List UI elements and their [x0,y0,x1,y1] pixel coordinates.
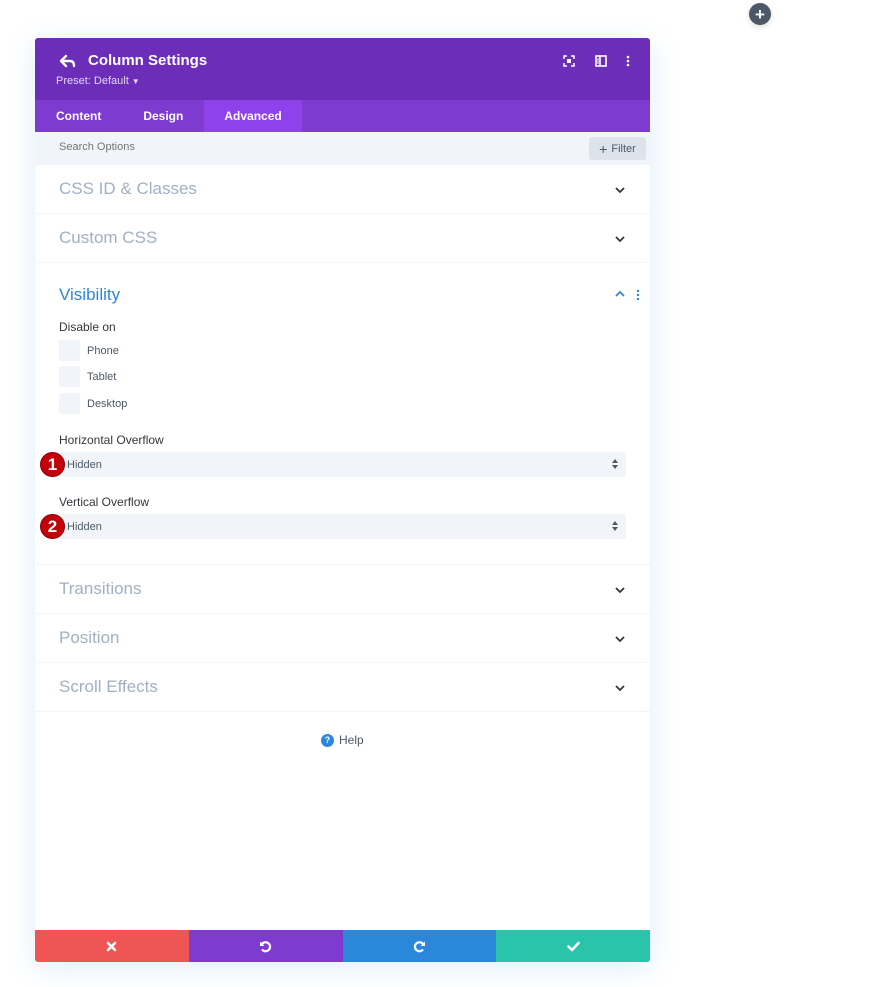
checkbox-desktop[interactable] [59,393,80,414]
redo-icon [413,940,425,952]
checkbox-row-tablet: Tablet [59,366,116,387]
cancel-button[interactable] [35,930,189,962]
select-value: Hidden [67,520,102,533]
section-title[interactable]: Visibility [59,285,120,305]
section-title: Scroll Effects [59,677,158,696]
more-vertical-icon[interactable] [635,288,641,302]
undo-icon [260,940,272,952]
section-visibility: Visibility Disable on Phone Tablet Deskt… [35,263,650,565]
undo-button[interactable] [188,930,343,962]
save-button[interactable] [496,930,650,962]
section-scroll-effects[interactable]: Scroll Effects [35,663,650,712]
modal-header: Column Settings Preset: Default ▼ [35,38,650,100]
filter-button[interactable]: + Filter [589,137,646,160]
section-title: Position [59,628,120,647]
help-link[interactable]: ? Help [321,733,364,747]
section-custom-css[interactable]: Custom CSS [35,214,650,263]
chevron-down-icon [615,236,625,243]
checkbox-row-phone: Phone [59,340,119,361]
preset-label: Preset: Default [56,75,129,87]
checkbox-tablet[interactable] [59,366,80,387]
help-label: Help [339,733,364,747]
select-value: Hidden [67,458,102,471]
section-position[interactable]: Position [35,614,650,663]
split-view-icon [595,55,607,67]
back-icon[interactable] [59,52,77,70]
horizontal-overflow-label: Horizontal Overflow [59,433,164,447]
section-title: CSS ID & Classes [59,179,197,198]
chevron-up-icon[interactable] [614,288,626,300]
more-options-button[interactable] [620,53,636,69]
chevron-down-icon [615,685,625,692]
checkbox-row-desktop: Desktop [59,393,127,414]
filter-label: Filter [611,142,636,155]
preset-selector[interactable]: Preset: Default ▼ [56,75,140,87]
checkbox-label: Tablet [87,370,117,383]
step-marker-2: 2 [40,514,65,539]
step-marker-1: 1 [40,452,65,477]
checkbox-phone[interactable] [59,340,80,361]
chevron-down-icon [615,587,625,594]
add-module-button[interactable]: + [749,3,771,25]
section-css-id-classes[interactable]: CSS ID & Classes [35,165,650,214]
vertical-overflow-select[interactable]: Hidden [59,514,626,539]
redo-button[interactable] [342,930,497,962]
modal-footer [35,930,650,962]
question-icon: ? [321,733,334,747]
search-bar: + Filter [35,132,650,165]
chevron-down-icon [615,636,625,643]
horizontal-overflow-select[interactable]: Hidden [59,452,626,477]
fullscreen-icon [563,55,575,67]
section-transitions[interactable]: Transitions [35,565,650,614]
tab-advanced[interactable]: Advanced [204,100,302,132]
tab-bar: Content Design Advanced [35,100,650,132]
plus-icon: + [599,140,608,157]
select-arrows-icon [612,521,618,531]
chevron-down-icon [615,187,625,194]
vertical-overflow-label: Vertical Overflow [59,495,150,509]
section-title: Transitions [59,579,142,598]
checkbox-label: Desktop [87,397,128,410]
fullscreen-button[interactable] [561,53,577,69]
more-vertical-icon [626,55,630,67]
disable-on-label: Disable on [59,320,116,334]
split-view-button[interactable] [593,53,609,69]
search-input[interactable] [59,141,459,153]
tab-design[interactable]: Design [122,100,204,132]
plus-icon: + [755,4,765,24]
check-icon [566,941,580,951]
tab-content[interactable]: Content [35,100,122,132]
modal-title: Column Settings [88,52,208,69]
caret-down-icon: ▼ [131,77,140,86]
select-arrows-icon [612,459,618,469]
column-settings-modal: Column Settings Preset: Default ▼ Conten… [35,38,650,962]
close-icon [107,941,117,951]
section-title: Custom CSS [59,228,158,247]
checkbox-label: Phone [87,344,119,357]
